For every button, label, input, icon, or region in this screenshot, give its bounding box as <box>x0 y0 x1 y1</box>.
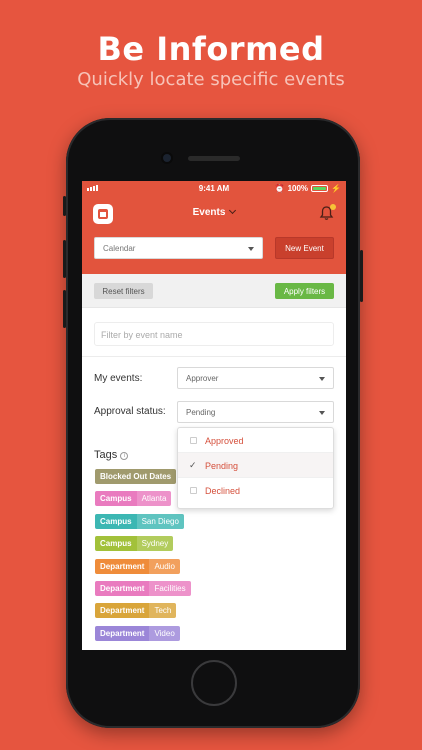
volume-down-button <box>63 290 66 328</box>
nav-bar: Events <box>82 196 346 230</box>
check-icon: ✓ <box>189 460 197 470</box>
tag-value: Atlanta <box>136 491 172 507</box>
tag-value: Tech <box>149 603 177 619</box>
option-label: Approved <box>205 436 244 446</box>
tag-chip[interactable]: Department Audio <box>95 558 180 574</box>
approval-status-dropdown: Approved ✓ Pending Declined <box>177 427 334 509</box>
promo-title: Be Informed <box>97 30 325 68</box>
tag-key: Department <box>100 606 145 616</box>
nav-title: Events <box>192 207 226 218</box>
tag-key: Department <box>100 628 145 638</box>
tag-chip[interactable]: Department Video <box>95 625 180 641</box>
approval-status-label: Approval status: <box>94 406 166 417</box>
tag-key: Campus <box>100 494 132 504</box>
earpiece-speaker <box>188 156 240 161</box>
app-screen: 9:41 AM ⏰ 100% ⚡ Events Calendar New Eve… <box>82 181 346 650</box>
tag-chip[interactable]: Campus Atlanta <box>95 491 172 507</box>
calendar-select-value: Calendar <box>103 244 136 253</box>
my-events-label: My events: <box>94 373 143 384</box>
new-event-button[interactable]: New Event <box>275 237 334 259</box>
tag-value: San Diego <box>136 513 184 529</box>
calendar-select[interactable]: Calendar <box>94 237 263 259</box>
option-label: Pending <box>205 461 239 471</box>
tag-value: Facilities <box>149 581 191 596</box>
tag-key: Campus <box>100 539 132 549</box>
chevron-down-icon <box>229 206 237 215</box>
tag-value: Video <box>149 625 180 641</box>
checkbox-empty-icon <box>190 437 197 444</box>
filter-actions-bar: Reset filters Apply filters <box>82 274 346 308</box>
divider <box>82 356 346 357</box>
status-bar: 9:41 AM ⏰ 100% ⚡ <box>82 181 346 196</box>
tag-chip[interactable]: Campus Sydney <box>95 536 174 552</box>
dropdown-option-pending[interactable]: ✓ Pending <box>178 453 333 478</box>
caret-down-icon <box>319 411 325 415</box>
caret-down-icon <box>319 377 325 381</box>
apply-filters-button[interactable]: Apply filters <box>275 283 334 299</box>
tag-key: Department <box>100 584 145 593</box>
power-button <box>360 250 363 302</box>
tag-key: Department <box>100 561 145 571</box>
tag-chip[interactable]: Campus San Diego <box>95 513 184 529</box>
charging-icon: ⚡ <box>331 184 341 193</box>
option-label: Declined <box>205 486 241 496</box>
approval-status-value: Pending <box>186 408 216 417</box>
event-name-filter-placeholder: Filter by event name <box>101 330 183 340</box>
tag-key: Campus <box>100 516 132 526</box>
volume-up-button <box>63 240 66 278</box>
dropdown-option-approved[interactable]: Approved <box>178 428 333 453</box>
nav-title-dropdown[interactable]: Events <box>82 206 346 218</box>
battery-percent: 100% <box>287 184 309 193</box>
alarm-icon: ⏰ <box>274 184 285 193</box>
home-button[interactable] <box>191 660 237 706</box>
my-events-select[interactable]: Approver <box>177 367 334 389</box>
tag-chip[interactable]: Department Facilities <box>95 581 191 596</box>
promo-subtitle: Quickly locate specific events <box>77 69 345 90</box>
checkbox-empty-icon <box>190 487 197 494</box>
tag-chip[interactable]: Department Tech <box>95 603 177 619</box>
notification-dot <box>330 204 336 210</box>
info-icon[interactable]: i <box>120 452 129 460</box>
tag-value: Audio <box>149 558 180 574</box>
approval-status-select[interactable]: Pending <box>177 401 334 423</box>
tag-value: Sydney <box>136 536 174 552</box>
mute-switch <box>63 196 66 216</box>
calendar-bar: Calendar New Event <box>82 230 346 274</box>
caret-down-icon <box>248 247 254 251</box>
my-events-value: Approver <box>186 374 219 383</box>
event-name-filter-input[interactable]: Filter by event name <box>94 322 334 346</box>
tags-title: Tags <box>94 449 118 461</box>
tag-key: Blocked Out Dates <box>100 472 172 481</box>
dropdown-option-declined[interactable]: Declined <box>178 478 333 503</box>
front-camera <box>163 154 171 162</box>
battery-icon <box>311 185 329 192</box>
tags-heading: Tags i <box>94 449 129 461</box>
tag-chip[interactable]: Blocked Out Dates <box>95 469 177 484</box>
reset-filters-button[interactable]: Reset filters <box>94 283 153 299</box>
